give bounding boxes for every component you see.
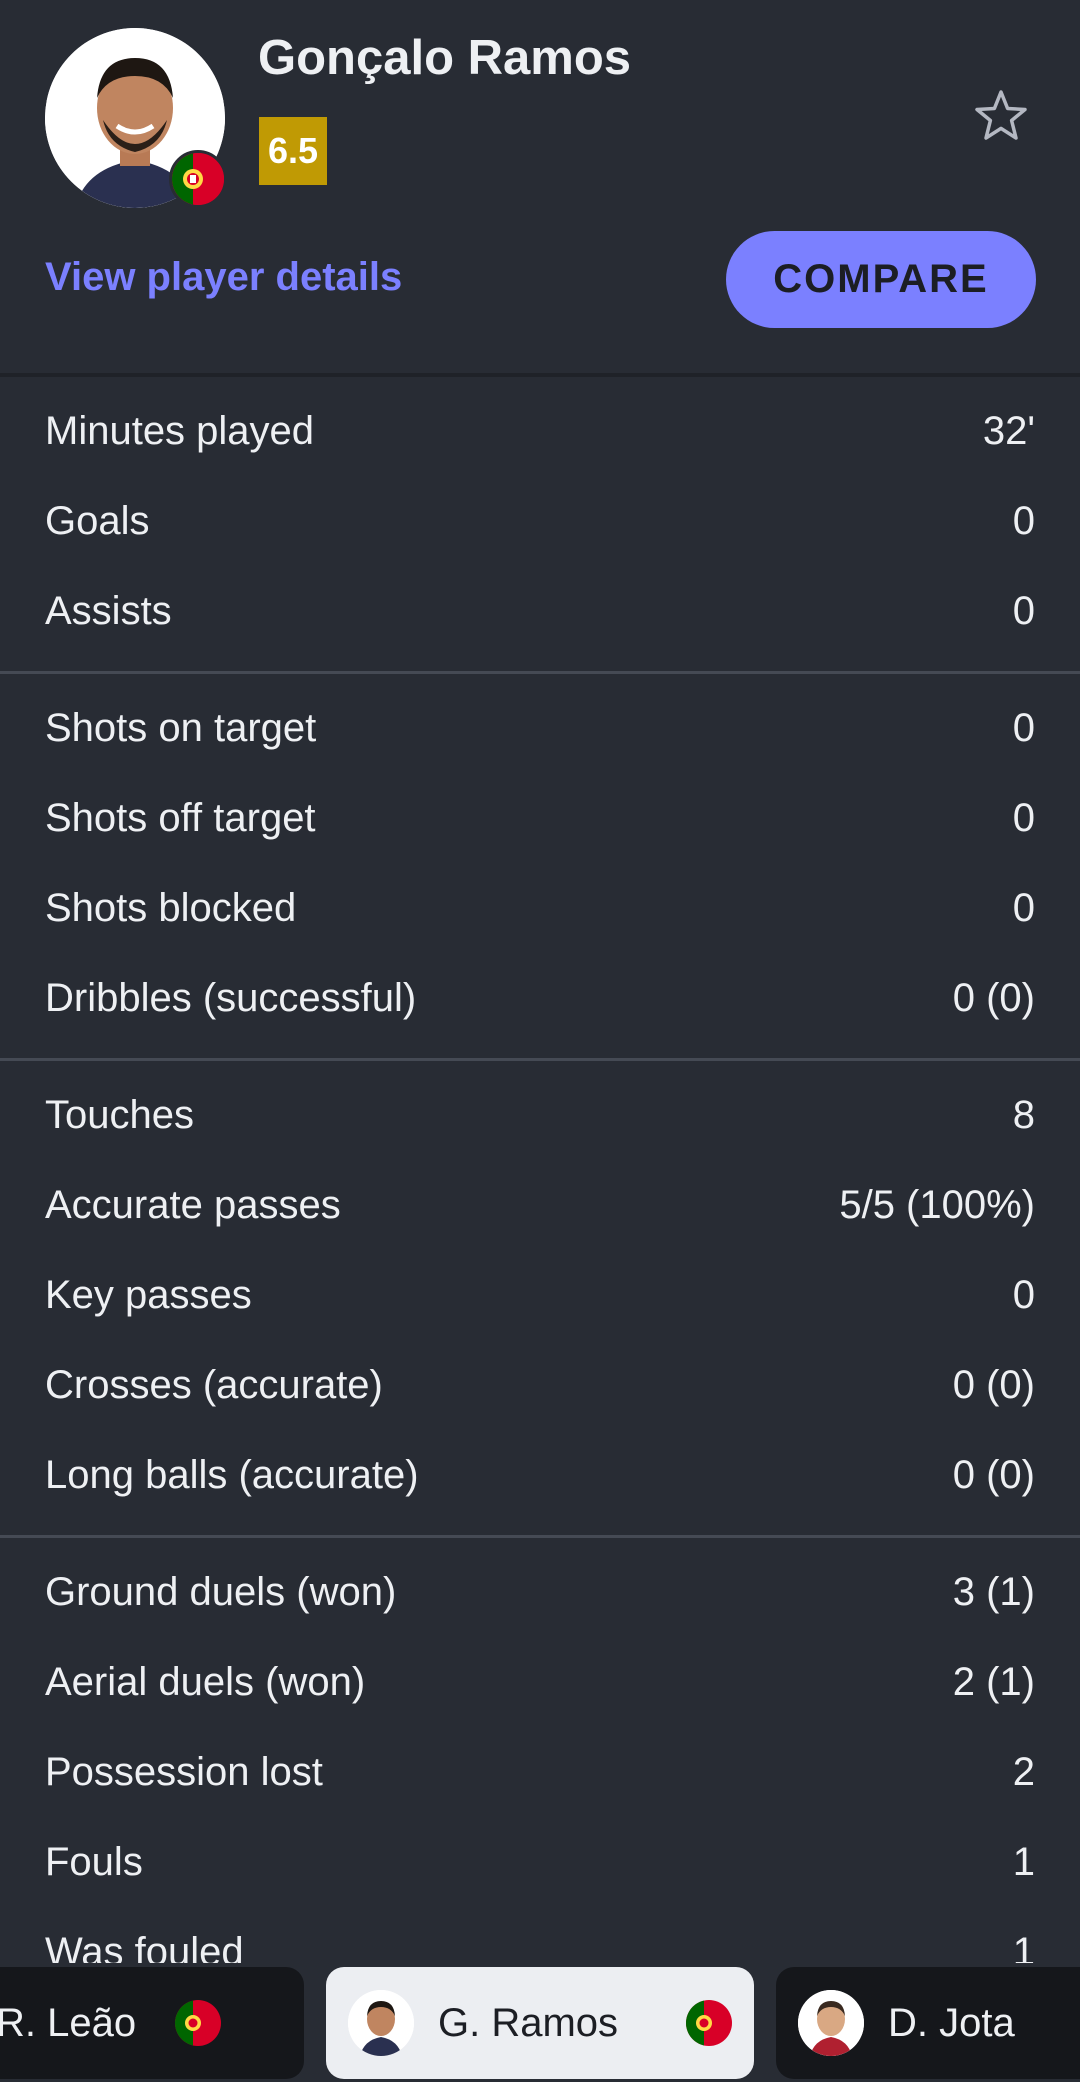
player-header: Gonçalo Ramos 6.5 View player details CO… [0, 0, 1080, 377]
compare-button[interactable]: COMPARE [726, 231, 1036, 328]
stat-value: 5/5 (100%) [839, 1182, 1035, 1227]
stat-row: Aerial duels (won) 2 (1) [0, 1637, 1080, 1727]
stat-row: Shots on target 0 [0, 683, 1080, 773]
stat-label: Crosses (accurate) [45, 1362, 383, 1407]
player-tab-name: D. Jota [888, 2000, 1015, 2045]
stat-row: Long balls (accurate) 0 (0) [0, 1430, 1080, 1520]
stat-row: Key passes 0 [0, 1250, 1080, 1340]
stat-group-general: Minutes played 32' Goals 0 Assists 0 [0, 377, 1080, 674]
stat-label: Touches [45, 1092, 194, 1137]
stat-label: Accurate passes [45, 1182, 341, 1227]
stat-group-duels: Ground duels (won) 3 (1) Aerial duels (wo… [0, 1538, 1080, 2012]
stat-value: 0 (0) [952, 975, 1035, 1020]
portugal-flag-icon [169, 150, 227, 208]
stat-row: Fouls 1 [0, 1817, 1080, 1907]
portugal-flag-icon [175, 2000, 221, 2046]
stat-label: Shots on target [45, 705, 317, 750]
stat-value: 1 [1012, 1839, 1035, 1884]
stat-value: 32' [982, 408, 1035, 453]
stat-row: Touches 8 [0, 1070, 1080, 1160]
stat-row: Crosses (accurate) 0 (0) [0, 1340, 1080, 1430]
player-tab-next[interactable]: D. Jota [776, 1967, 1080, 2079]
player-name: Gonçalo Ramos [258, 31, 632, 85]
player-avatar-group [45, 28, 227, 210]
player-stats-screen: Gonçalo Ramos 6.5 View player details CO… [0, 0, 1080, 2082]
stat-value: 3 (1) [952, 1569, 1035, 1614]
stat-value: 0 [1012, 705, 1035, 750]
stat-value: 0 (0) [952, 1452, 1035, 1497]
player-tab-name: R. Leão [0, 2000, 137, 2045]
stat-row: Minutes played 32' [0, 386, 1080, 476]
view-player-details-link[interactable]: View player details [45, 255, 402, 300]
stat-row: Accurate passes 5/5 (100%) [0, 1160, 1080, 1250]
stat-label: Goals [45, 498, 150, 543]
stat-value: 8 [1012, 1092, 1035, 1137]
stat-value: 0 [1012, 1272, 1035, 1317]
stat-group-attack: Shots on target 0 Shots off target 0 Shots… [0, 674, 1080, 1061]
stat-value: 0 [1012, 498, 1035, 543]
player-tab-name: G. Ramos [438, 2000, 619, 2045]
stat-label: Ground duels (won) [45, 1569, 397, 1614]
stat-label: Aerial duels (won) [45, 1659, 366, 1704]
stat-value: 0 [1012, 795, 1035, 840]
stat-label: Minutes played [45, 408, 315, 453]
stat-row: Possession lost 2 [0, 1727, 1080, 1817]
stat-value: 0 (0) [952, 1362, 1035, 1407]
avatar [348, 1990, 414, 2056]
player-tab-prev[interactable]: R. Leão [0, 1967, 304, 2079]
stat-label: Shots blocked [45, 885, 297, 930]
stat-row: Shots off target 0 [0, 773, 1080, 863]
stat-label: Dribbles (successful) [45, 975, 417, 1020]
stat-label: Shots off target [45, 795, 316, 840]
stat-value: 0 [1012, 885, 1035, 930]
portugal-flag-icon [686, 2000, 732, 2046]
avatar [798, 1990, 864, 2056]
stat-label: Assists [45, 588, 172, 633]
stat-label: Long balls (accurate) [45, 1452, 419, 1497]
stat-row: Assists 0 [0, 566, 1080, 656]
stat-label: Key passes [45, 1272, 252, 1317]
player-carousel: R. Leão G. Ramos D. Jota [0, 1963, 1080, 2082]
stat-row: Shots blocked 0 [0, 863, 1080, 953]
stat-row: Goals 0 [0, 476, 1080, 566]
stat-label: Fouls [45, 1839, 143, 1884]
stat-group-passing: Touches 8 Accurate passes 5/5 (100%) Key p… [0, 1061, 1080, 1538]
stat-label: Possession lost [45, 1749, 323, 1794]
stat-value: 2 [1012, 1749, 1035, 1794]
stat-row: Ground duels (won) 3 (1) [0, 1547, 1080, 1637]
stats-list: Minutes played 32' Goals 0 Assists 0 Shots … [0, 377, 1080, 2012]
rating-badge: 6.5 [259, 117, 327, 185]
player-tab-current[interactable]: G. Ramos [326, 1967, 754, 2079]
star-icon[interactable] [970, 86, 1032, 148]
stat-value: 2 (1) [952, 1659, 1035, 1704]
stat-row: Dribbles (successful) 0 (0) [0, 953, 1080, 1043]
stat-value: 0 [1012, 588, 1035, 633]
